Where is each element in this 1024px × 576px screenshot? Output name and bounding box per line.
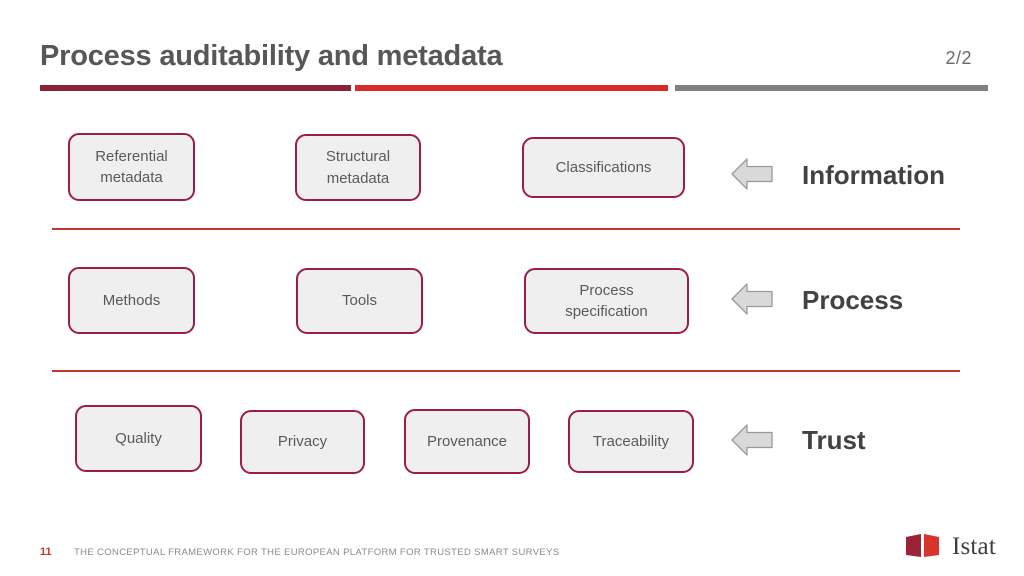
istat-logo: Istat xyxy=(905,531,996,561)
band-label-process: Process xyxy=(802,285,904,315)
node-label: Traceability xyxy=(592,432,670,450)
node-privacy[interactable]: Privacy xyxy=(240,410,365,474)
node-label: Structural metadata xyxy=(325,148,391,187)
arrow-left-icon-trust xyxy=(730,420,774,460)
row-separator-2 xyxy=(52,370,960,372)
band-label-information: Information xyxy=(802,160,945,190)
node-traceability[interactable]: Traceability xyxy=(568,410,694,473)
node-provenance[interactable]: Provenance xyxy=(404,409,530,474)
node-label: Methods xyxy=(102,291,161,309)
node-label: Tools xyxy=(341,292,378,310)
slide: Process auditability and metadata 2/2 Re… xyxy=(0,0,1024,576)
page-title: Process auditability and metadata xyxy=(40,40,503,72)
node-quality[interactable]: Quality xyxy=(75,405,202,472)
node-label: Privacy xyxy=(277,433,328,451)
node-classifications[interactable]: Classifications xyxy=(522,137,685,198)
slide-counter: 2/2 xyxy=(945,48,972,68)
footer-text: THE CONCEPTUAL FRAMEWORK FOR THE EUROPEA… xyxy=(74,547,560,558)
node-label: Referential metadata xyxy=(95,147,168,186)
row-separator-1 xyxy=(52,228,960,230)
arrow-left-icon-information xyxy=(730,154,774,194)
node-label: Quality xyxy=(115,429,162,447)
node-structural-metadata[interactable]: Structural metadata xyxy=(295,134,421,201)
band-label-trust: Trust xyxy=(802,425,866,455)
title-rule-segment-2 xyxy=(355,85,668,91)
title-rule-segment-1 xyxy=(40,85,351,91)
istat-logo-icon xyxy=(905,534,939,557)
istat-logo-text: Istat xyxy=(951,532,996,560)
node-label: Process specification xyxy=(565,281,648,320)
page-number: 11 xyxy=(40,546,52,558)
title-rule-segment-3 xyxy=(675,85,988,91)
node-referential-metadata[interactable]: Referential metadata xyxy=(68,133,195,201)
node-process-specification[interactable]: Process specification xyxy=(524,268,689,334)
node-label: Provenance xyxy=(426,432,508,450)
node-label: Classifications xyxy=(555,158,652,176)
node-tools[interactable]: Tools xyxy=(296,268,423,334)
node-methods[interactable]: Methods xyxy=(68,267,195,334)
arrow-left-icon-process xyxy=(730,279,774,319)
